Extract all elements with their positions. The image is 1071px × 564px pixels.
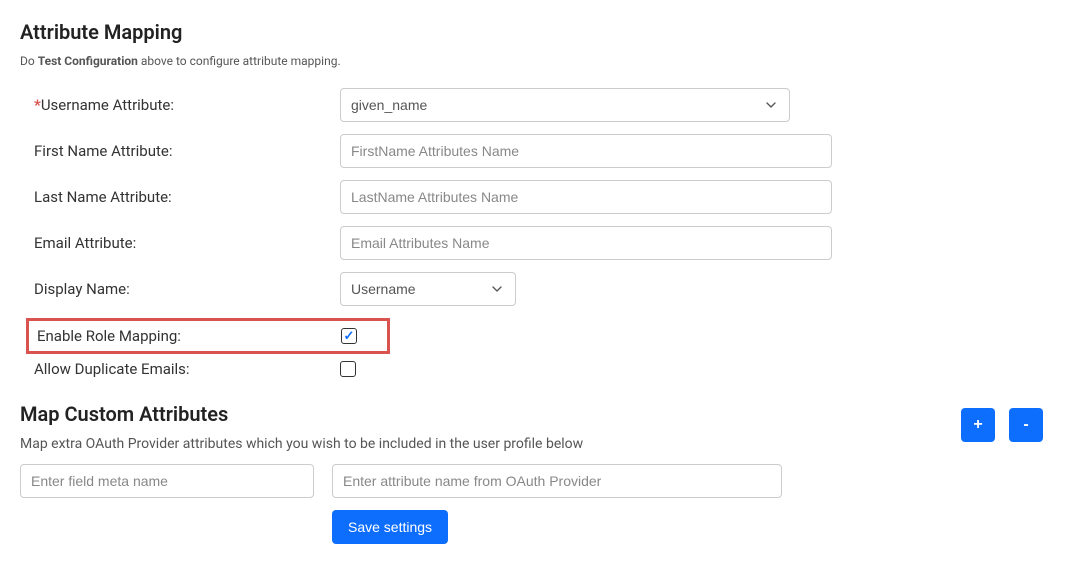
- displayname-row: Display Name: Username: [30, 272, 1051, 306]
- lastname-label: Last Name Attribute:: [30, 188, 340, 206]
- username-label: *Username Attribute:: [30, 96, 340, 114]
- firstname-row: First Name Attribute:: [30, 134, 1051, 168]
- enablerole-highlight: Enable Role Mapping:: [26, 318, 390, 354]
- email-input[interactable]: [340, 226, 832, 260]
- custom-subtitle: Map extra OAuth Provider attributes whic…: [20, 436, 961, 452]
- section-subtitle: Do Test Configuration above to configure…: [20, 54, 1051, 68]
- required-mark: *: [34, 96, 41, 114]
- add-button[interactable]: +: [961, 408, 995, 442]
- firstname-label: First Name Attribute:: [30, 142, 340, 160]
- enablerole-label: Enable Role Mapping:: [29, 327, 341, 345]
- custom-attributes-section: Map Custom Attributes Map extra OAuth Pr…: [20, 402, 1051, 464]
- custom-title: Map Custom Attributes: [20, 402, 961, 426]
- username-row: *Username Attribute: given_name: [30, 88, 1051, 122]
- save-settings-button[interactable]: Save settings: [332, 510, 448, 544]
- attribute-mapping-section: Attribute Mapping Do Test Configuration …: [20, 20, 1051, 378]
- meta-name-input[interactable]: [20, 464, 314, 498]
- add-remove-buttons: + -: [961, 408, 1043, 442]
- section-title: Attribute Mapping: [20, 20, 1051, 44]
- allowdup-label: Allow Duplicate Emails:: [30, 360, 340, 378]
- email-label: Email Attribute:: [30, 234, 340, 252]
- email-row: Email Attribute:: [30, 226, 1051, 260]
- attribute-name-input[interactable]: [332, 464, 782, 498]
- username-select[interactable]: given_name: [340, 88, 790, 122]
- enablerole-checkbox[interactable]: [341, 328, 357, 344]
- enablerole-row: Enable Role Mapping:: [30, 318, 1051, 354]
- displayname-select[interactable]: Username: [340, 272, 516, 306]
- remove-button[interactable]: -: [1009, 408, 1043, 442]
- allowdup-checkbox[interactable]: [340, 361, 356, 377]
- lastname-input[interactable]: [340, 180, 832, 214]
- allowdup-row: Allow Duplicate Emails:: [30, 360, 1051, 378]
- firstname-input[interactable]: [340, 134, 832, 168]
- custom-attribute-row: [20, 464, 1051, 498]
- lastname-row: Last Name Attribute:: [30, 180, 1051, 214]
- displayname-label: Display Name:: [30, 280, 340, 298]
